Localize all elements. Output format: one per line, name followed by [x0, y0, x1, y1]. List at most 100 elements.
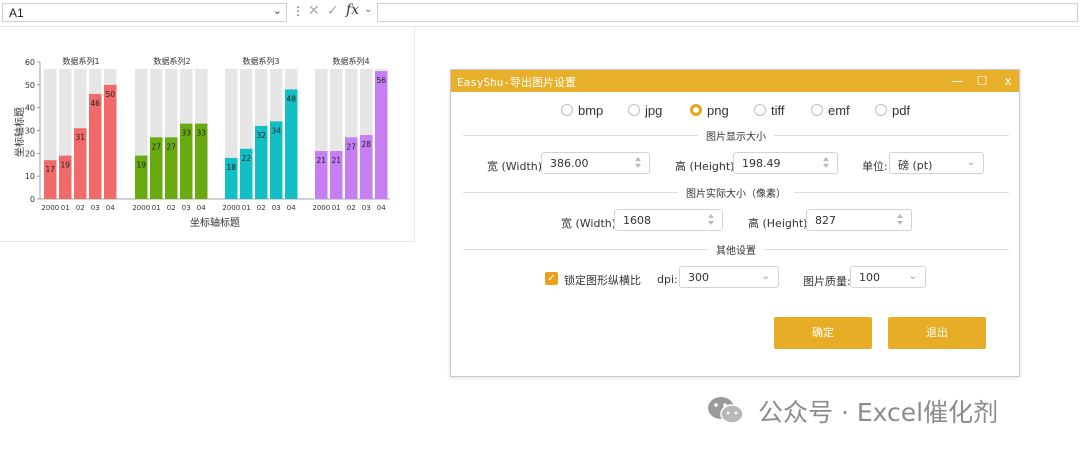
radio-label: jpg: [645, 103, 663, 118]
insert-function-icon[interactable]: fx: [346, 2, 359, 18]
watermark: 公众号 · Excel催化剂: [706, 392, 1046, 428]
data-label: 33: [181, 129, 191, 138]
x-tick-label: 03: [91, 204, 100, 212]
spinner-icon[interactable]: [897, 213, 905, 227]
x-tick-label: 02: [257, 204, 266, 212]
radio-circle-selected[interactable]: [690, 104, 702, 116]
section-display-size: 图片显示大小: [463, 128, 1009, 143]
data-label: 19: [136, 161, 146, 170]
confirm-icon[interactable]: ✓: [327, 3, 339, 19]
watermark-text: 公众号 · Excel催化剂: [758, 398, 999, 427]
x-tick-label: 04: [287, 204, 296, 212]
data-label: 27: [346, 142, 356, 151]
radio-label: pdf: [892, 103, 911, 118]
data-label: 22: [241, 154, 251, 163]
radio-circle[interactable]: [875, 104, 887, 116]
function-dropdown-icon[interactable]: ⌄: [364, 4, 372, 15]
x-tick-label: 01: [61, 204, 70, 212]
pixel-width-label: 宽 (Width):: [561, 217, 620, 230]
x-tick-label: 2000: [222, 204, 240, 212]
spinner-icon[interactable]: [823, 156, 831, 170]
minimize-icon[interactable]: —: [947, 72, 967, 90]
width-value: 386.00: [550, 157, 589, 170]
dpi-label: dpi:: [657, 273, 678, 286]
dpi-select[interactable]: 300 ⌄: [679, 266, 779, 288]
x-tick-label: 02: [347, 204, 356, 212]
cell-reference: A1: [9, 6, 24, 20]
spinner-icon[interactable]: [708, 213, 716, 227]
width-input[interactable]: 386.00: [541, 152, 650, 174]
unit-value: 磅 (pt): [898, 159, 933, 172]
y-tick-label: 30: [25, 127, 35, 136]
ok-button[interactable]: 确定: [774, 317, 872, 349]
height-input[interactable]: 198.49: [733, 152, 838, 174]
cancel-button[interactable]: 退出: [888, 317, 986, 349]
pixel-height-input[interactable]: 827: [806, 209, 912, 231]
data-label: 27: [166, 142, 176, 151]
close-icon[interactable]: x: [998, 72, 1018, 90]
export-image-dialog: EasyShu-导出图片设置 — ☐ x bmp jpg png tiff em…: [450, 69, 1020, 377]
radio-circle[interactable]: [628, 104, 640, 116]
radio-label: png: [707, 103, 729, 118]
section-actual-title: 图片实际大小（像素）: [678, 189, 794, 200]
data-label: 56: [376, 76, 386, 85]
y-tick-label: 0: [30, 195, 35, 204]
data-label: 32: [256, 131, 266, 140]
radio-circle[interactable]: [561, 104, 573, 116]
pixel-height-value: 827: [815, 214, 836, 227]
cancel-icon[interactable]: ✕: [308, 3, 320, 19]
quality-value: 100: [859, 271, 880, 284]
radio-circle[interactable]: [754, 104, 766, 116]
pixel-width-input[interactable]: 1608: [614, 209, 723, 231]
formula-input[interactable]: [377, 3, 1078, 22]
wechat-icon: [708, 397, 744, 424]
panel-title-1: 数据系列1: [62, 56, 99, 66]
section-other-title: 其他设置: [708, 246, 764, 257]
chart-svg: 坐标轴标题 坐标轴标题 数据系列1 数据系列2 数据系列3 数据系列4 6050…: [13, 56, 390, 229]
y-tick-label: 10: [25, 172, 35, 181]
x-tick-label: 03: [362, 204, 371, 212]
x-tick-label: 2000: [312, 204, 330, 212]
spinner-icon[interactable]: [635, 156, 643, 170]
pixel-width-value: 1608: [623, 214, 651, 227]
formula-bar: A1 ⌄ ⋮ ✕ ✓ fx ⌄: [0, 0, 1080, 27]
dialog-titlebar[interactable]: EasyShu-导出图片设置 — ☐ x: [451, 70, 1019, 92]
data-label: 27: [151, 142, 161, 151]
bar: [89, 93, 102, 199]
section-actual-size: 图片实际大小（像素）: [463, 185, 1009, 200]
radio-label: bmp: [578, 103, 604, 118]
unit-label: 单位:: [862, 160, 888, 173]
pixel-height-label: 高 (Height):: [748, 217, 812, 230]
lock-ratio-label: 锁定图形纵横比: [564, 274, 641, 287]
section-display-title: 图片显示大小: [698, 132, 774, 143]
data-label: 50: [105, 90, 115, 99]
more-options-icon[interactable]: ⋮: [292, 4, 304, 18]
name-box[interactable]: A1 ⌄: [2, 3, 287, 22]
y-tick-label: 60: [25, 58, 35, 67]
x-tick-label: 01: [242, 204, 251, 212]
chevron-down-icon[interactable]: ⌄: [967, 157, 975, 168]
chart-area[interactable]: 坐标轴标题 坐标轴标题 数据系列1 数据系列2 数据系列3 数据系列4 60 50…: [0, 27, 415, 242]
data-label: 21: [316, 156, 326, 165]
x-tick-label: 01: [332, 204, 341, 212]
chevron-down-icon[interactable]: ⌄: [909, 271, 917, 282]
x-tick-label: 01: [152, 204, 161, 212]
bar: [375, 71, 388, 199]
lock-ratio-checkbox[interactable]: ✓: [545, 272, 558, 285]
panel-title-3: 数据系列3: [242, 56, 279, 66]
data-label: 46: [90, 99, 100, 108]
data-label: 17: [45, 165, 55, 174]
unit-select[interactable]: 磅 (pt) ⌄: [889, 152, 984, 174]
x-tick-label: 04: [377, 204, 386, 212]
chevron-down-icon[interactable]: ⌄: [273, 4, 282, 17]
radio-label: emf: [828, 103, 850, 118]
quality-select[interactable]: 100 ⌄: [850, 266, 926, 288]
radio-circle[interactable]: [811, 104, 823, 116]
data-label: 18: [226, 163, 236, 172]
dialog-title: EasyShu-导出图片设置: [457, 76, 576, 89]
chevron-down-icon[interactable]: ⌄: [762, 271, 770, 282]
section-other-settings: 其他设置: [463, 242, 1009, 257]
data-label: 48: [286, 94, 296, 103]
maximize-icon[interactable]: ☐: [972, 72, 992, 90]
x-tick-label: 02: [76, 204, 85, 212]
